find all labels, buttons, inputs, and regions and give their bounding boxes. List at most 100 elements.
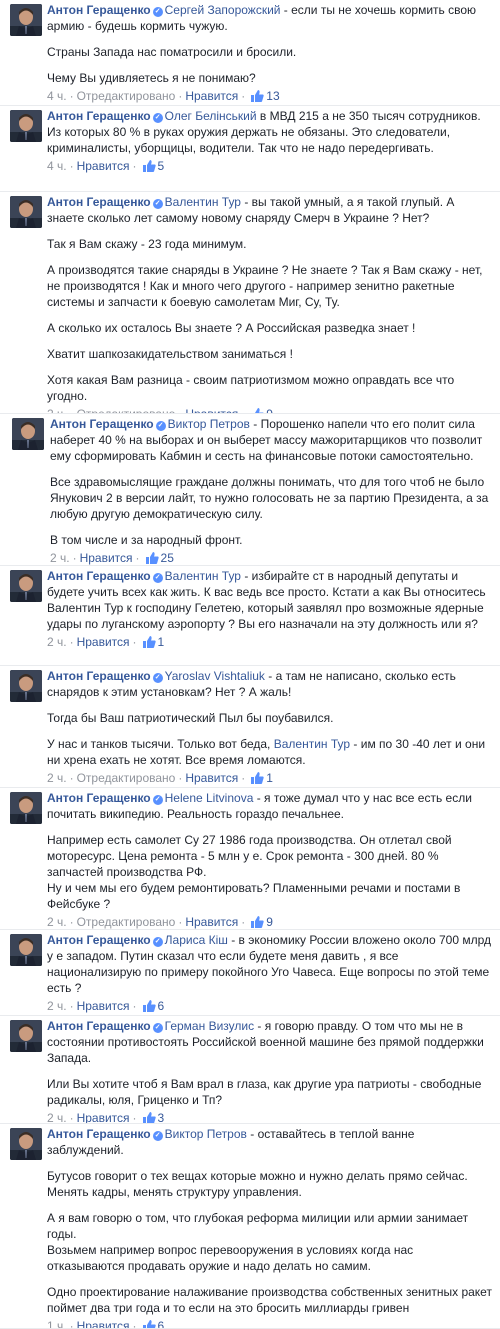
timestamp[interactable]: 2 ч. — [47, 1111, 67, 1123]
avatar[interactable] — [10, 4, 42, 36]
like-count[interactable]: 9 — [266, 407, 273, 413]
timestamp[interactable]: 2 ч. — [47, 999, 67, 1013]
separator: · — [69, 407, 74, 414]
thumbs-up-icon — [142, 1000, 156, 1012]
avatar[interactable] — [10, 196, 42, 228]
separator: · — [132, 1319, 137, 1329]
timestamp[interactable]: 2 ч. — [47, 915, 67, 929]
timestamp[interactable]: 4 ч. — [47, 159, 67, 173]
separator: · — [178, 89, 183, 103]
timestamp[interactable]: 2 ч. — [47, 771, 67, 785]
avatar[interactable] — [12, 418, 44, 450]
like-button[interactable]: Нравится — [80, 551, 133, 565]
thumbs-up-icon — [142, 1112, 156, 1123]
comment-body: Антон Геращенко ✓ Валентин Тур - избирайте… — [47, 568, 492, 650]
comment-body: Антон Геращенко ✓ Герман Визулис - я говор… — [47, 1018, 492, 1123]
like-button[interactable]: Нравится — [185, 407, 238, 413]
comment-paragraph: Антон Геращенко ✓ Виктор Петров - Порошенк… — [50, 416, 492, 464]
mention-link[interactable]: Лариса Кіш — [165, 933, 228, 947]
comment-paragraph: А сколько их осталось Вы знаете ? А Росс… — [47, 320, 492, 336]
timestamp[interactable]: 2 ч. — [50, 551, 70, 565]
mention-link[interactable]: Валентин Тур — [165, 195, 241, 209]
avatar[interactable] — [10, 1128, 42, 1160]
edited-link[interactable]: Отредактировано — [77, 915, 176, 929]
comment-body: Антон Геращенко ✓ Виктор Петров - оставайт… — [47, 1126, 492, 1329]
comment-meta: 4 ч. · Нравится · 5 — [47, 158, 492, 174]
verified-badge-icon: ✓ — [155, 421, 166, 431]
avatar[interactable] — [10, 110, 42, 142]
comment-text: Хватит шапкозакидательством заниматься ! — [47, 347, 293, 361]
author-name[interactable]: Антон Геращенко — [47, 569, 151, 583]
like-button[interactable]: Нравится — [185, 89, 238, 103]
mention-link[interactable]: Yaroslav Vishtaliuk — [165, 669, 265, 683]
like-count[interactable]: 3 — [158, 1111, 165, 1123]
avatar[interactable] — [10, 1020, 42, 1052]
edited-link[interactable]: Отредактировано — [77, 407, 176, 413]
avatar[interactable] — [10, 570, 42, 602]
comment-meta: 2 ч. · Отредактировано · Нравится · 9 — [47, 914, 492, 929]
comment-paragraph: Антон Геращенко ✓ Сергей Запорожский - есл… — [47, 2, 492, 34]
like-count[interactable]: 5 — [158, 159, 165, 173]
mention-link[interactable]: Герман Визулис — [165, 1019, 254, 1033]
comment-text: У нас и танков тысячи. Только вот беда, — [47, 737, 274, 751]
comment-text: А производятся такие снаряды в Украине ?… — [47, 263, 486, 309]
author-name[interactable]: Антон Геращенко — [47, 109, 151, 123]
like-button[interactable]: Нравится — [77, 999, 130, 1013]
author-name[interactable]: Антон Геращенко — [47, 1019, 151, 1033]
comment: Антон Геращенко ✓ Лариса Кіш - в экономику… — [0, 930, 500, 1016]
like-count[interactable]: 6 — [158, 999, 165, 1013]
comment-paragraph: Антон Геращенко ✓ Helene Litvinova - я тож… — [47, 790, 492, 822]
comment-feed: Антон Геращенко ✓ Сергей Запорожский - есл… — [0, 0, 500, 1329]
comment-paragraph: Или Вы хотите чтоб я Вам врал в глаза, к… — [47, 1076, 492, 1108]
comment-paragraph: Все здравомыслящие граждане должны поним… — [50, 474, 492, 522]
timestamp[interactable]: 1 ч. — [47, 1319, 67, 1328]
author-name[interactable]: Антон Геращенко — [47, 1127, 151, 1141]
like-count[interactable]: 13 — [266, 89, 279, 103]
comment-body: Антон Геращенко ✓ Helene Litvinova - я тож… — [47, 790, 492, 929]
like-button[interactable]: Нравится — [185, 915, 238, 929]
author-name[interactable]: Антон Геращенко — [47, 791, 151, 805]
like-count[interactable]: 9 — [266, 915, 273, 929]
separator: · — [69, 89, 74, 103]
comment-paragraph: У нас и танков тысячи. Только вот беда, … — [47, 736, 492, 768]
comment-text: В том числе и за народный фронт. — [50, 533, 243, 547]
comment-paragraph: Бутусов говорит о тех вещах которые можн… — [47, 1168, 492, 1200]
comment-text: А я вам говорю о том, что глубокая рефор… — [47, 1211, 469, 1273]
avatar[interactable] — [10, 670, 42, 702]
timestamp[interactable]: 2 ч. — [47, 635, 67, 649]
thumbs-up-icon — [142, 160, 156, 172]
like-count[interactable]: 25 — [161, 551, 174, 565]
separator: · — [241, 915, 246, 929]
mention-link[interactable]: Сергей Запорожский — [165, 3, 281, 17]
like-count[interactable]: 1 — [266, 771, 273, 785]
edited-link[interactable]: Отредактировано — [77, 89, 176, 103]
comment-paragraph: Например есть самолет Су 27 1986 года пр… — [47, 832, 492, 912]
timestamp[interactable]: 2 ч. — [47, 407, 67, 413]
mention-link[interactable]: Helene Litvinova — [165, 791, 254, 805]
comment-text: Так я Вам скажу - 23 года минимум. — [47, 237, 247, 251]
timestamp[interactable]: 4 ч. — [47, 89, 67, 103]
like-count[interactable]: 1 — [158, 635, 165, 649]
author-name[interactable]: Антон Геращенко — [47, 195, 151, 209]
comment: Антон Геращенко ✓ Герман Визулис - я говор… — [0, 1016, 500, 1124]
mention-link[interactable]: Валентин Тур — [165, 569, 241, 583]
comment-paragraph: Чему Вы удивляетесь я не понимаю? — [47, 70, 492, 86]
avatar[interactable] — [10, 792, 42, 824]
mention-link[interactable]: Олег Белінський — [165, 109, 257, 123]
author-name[interactable]: Антон Геращенко — [47, 3, 151, 17]
like-button[interactable]: Нравится — [77, 1319, 130, 1328]
author-name[interactable]: Антон Геращенко — [47, 933, 151, 947]
like-button[interactable]: Нравится — [77, 159, 130, 173]
like-button[interactable]: Нравится — [77, 1111, 130, 1123]
like-button[interactable]: Нравится — [77, 635, 130, 649]
mention-link[interactable]: Виктор Петров — [165, 1127, 247, 1141]
mention-link[interactable]: Валентин Тур — [274, 737, 350, 751]
comment-text: Все здравомыслящие граждане должны поним… — [50, 475, 492, 521]
like-button[interactable]: Нравится — [185, 771, 238, 785]
author-name[interactable]: Антон Геращенко — [50, 417, 154, 431]
edited-link[interactable]: Отредактировано — [77, 771, 176, 785]
author-name[interactable]: Антон Геращенко — [47, 669, 151, 683]
avatar[interactable] — [10, 934, 42, 966]
mention-link[interactable]: Виктор Петров — [168, 417, 250, 431]
like-count[interactable]: 6 — [158, 1319, 165, 1328]
